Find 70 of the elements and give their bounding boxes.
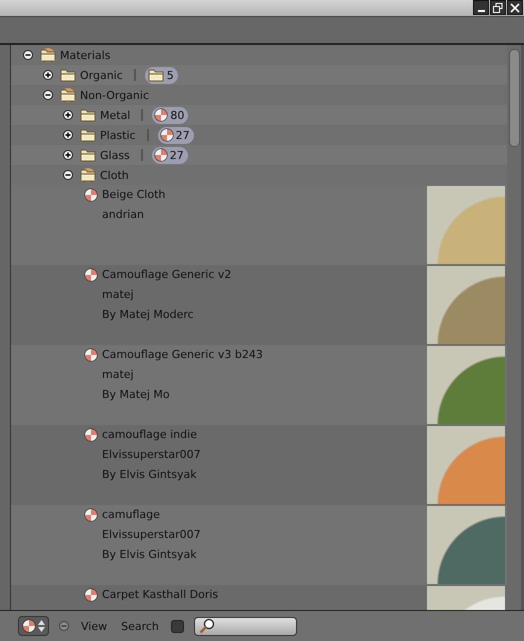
collapse-toggle[interactable]	[63, 170, 73, 180]
material-icon	[154, 108, 168, 122]
folder-label[interactable]: Metal	[100, 108, 130, 122]
material-name[interactable]: Beige Cloth	[102, 188, 166, 208]
material-info: By Elvis Gintsyak	[102, 548, 198, 563]
material-icon	[84, 268, 98, 282]
plus-icon	[64, 111, 72, 119]
collapse-toggle[interactable]	[23, 50, 33, 60]
material-info: andrian	[102, 208, 145, 223]
folder-label[interactable]: Plastic	[100, 128, 136, 142]
count-label: 27	[176, 128, 190, 142]
menu-item[interactable]: Search	[119, 620, 161, 632]
material-icon	[84, 588, 98, 602]
count-label: 80	[170, 108, 184, 122]
material-icon	[22, 619, 36, 633]
folder-icon	[79, 167, 97, 183]
material-icon	[84, 508, 98, 522]
folder-icon	[79, 107, 97, 123]
folder-label[interactable]: Non-Organic	[80, 88, 149, 102]
material-icon	[154, 148, 168, 162]
expand-toggle[interactable]	[63, 130, 73, 140]
restore-icon	[493, 2, 503, 12]
folder-label[interactable]: Materials	[60, 48, 110, 62]
close-button[interactable]	[507, 0, 523, 15]
expand-toggle[interactable]	[63, 150, 73, 160]
plus-icon	[64, 151, 72, 159]
search-icon	[198, 618, 215, 634]
expand-toggle[interactable]	[63, 110, 73, 120]
menu-item[interactable]: View	[79, 620, 110, 632]
search-field[interactable]	[194, 616, 297, 636]
material-icon	[84, 428, 98, 442]
material-name[interactable]: Camouflage Generic v2	[102, 268, 232, 288]
material-info: Elvissuperstar007	[102, 448, 201, 463]
count-label: 5	[166, 68, 174, 82]
material-info: By Matej Mo	[102, 388, 171, 403]
material-name[interactable]: camouflage indie	[102, 428, 201, 448]
folder-icon	[79, 147, 97, 163]
material-info: By Matej Moderc	[102, 308, 195, 323]
material-icon	[84, 188, 98, 202]
minimize-button[interactable]	[473, 0, 489, 15]
folder-icon	[146, 67, 165, 83]
material-info: By Elvis Gintsyak	[102, 468, 198, 483]
material-info: matej	[102, 288, 135, 303]
material-info: Elvissuperstar007	[102, 528, 201, 543]
count-label: 27	[170, 148, 184, 162]
collapse-toggle[interactable]	[43, 90, 53, 100]
material-name[interactable]: camuflage	[102, 508, 201, 528]
folder-icon	[39, 47, 57, 63]
folder-icon	[59, 67, 77, 83]
material-icon	[84, 348, 98, 362]
folder-label[interactable]: Organic	[80, 68, 123, 82]
collapse-icon[interactable]	[59, 621, 69, 631]
updown-arrows-icon	[38, 620, 45, 632]
expand-toggle[interactable]	[43, 70, 53, 80]
scrollbar-thumb[interactable]	[508, 49, 520, 147]
editor-type-button[interactable]	[18, 616, 49, 636]
material-icon	[160, 128, 174, 142]
plus-icon	[44, 71, 52, 79]
filter-checkbox[interactable]	[170, 620, 184, 632]
minimize-icon	[478, 10, 484, 12]
folder-label[interactable]: Glass	[100, 148, 130, 162]
material-info: matej	[102, 368, 135, 383]
folder-icon	[79, 127, 97, 143]
folder-icon	[59, 87, 77, 103]
material-name[interactable]: Carpet Kasthall Doris	[102, 588, 218, 608]
material-name[interactable]: Camouflage Generic v3 b243	[102, 348, 263, 368]
plus-icon	[64, 131, 72, 139]
close-icon	[510, 2, 520, 12]
folder-label[interactable]: Cloth	[100, 168, 129, 182]
restore-button[interactable]	[490, 0, 506, 15]
